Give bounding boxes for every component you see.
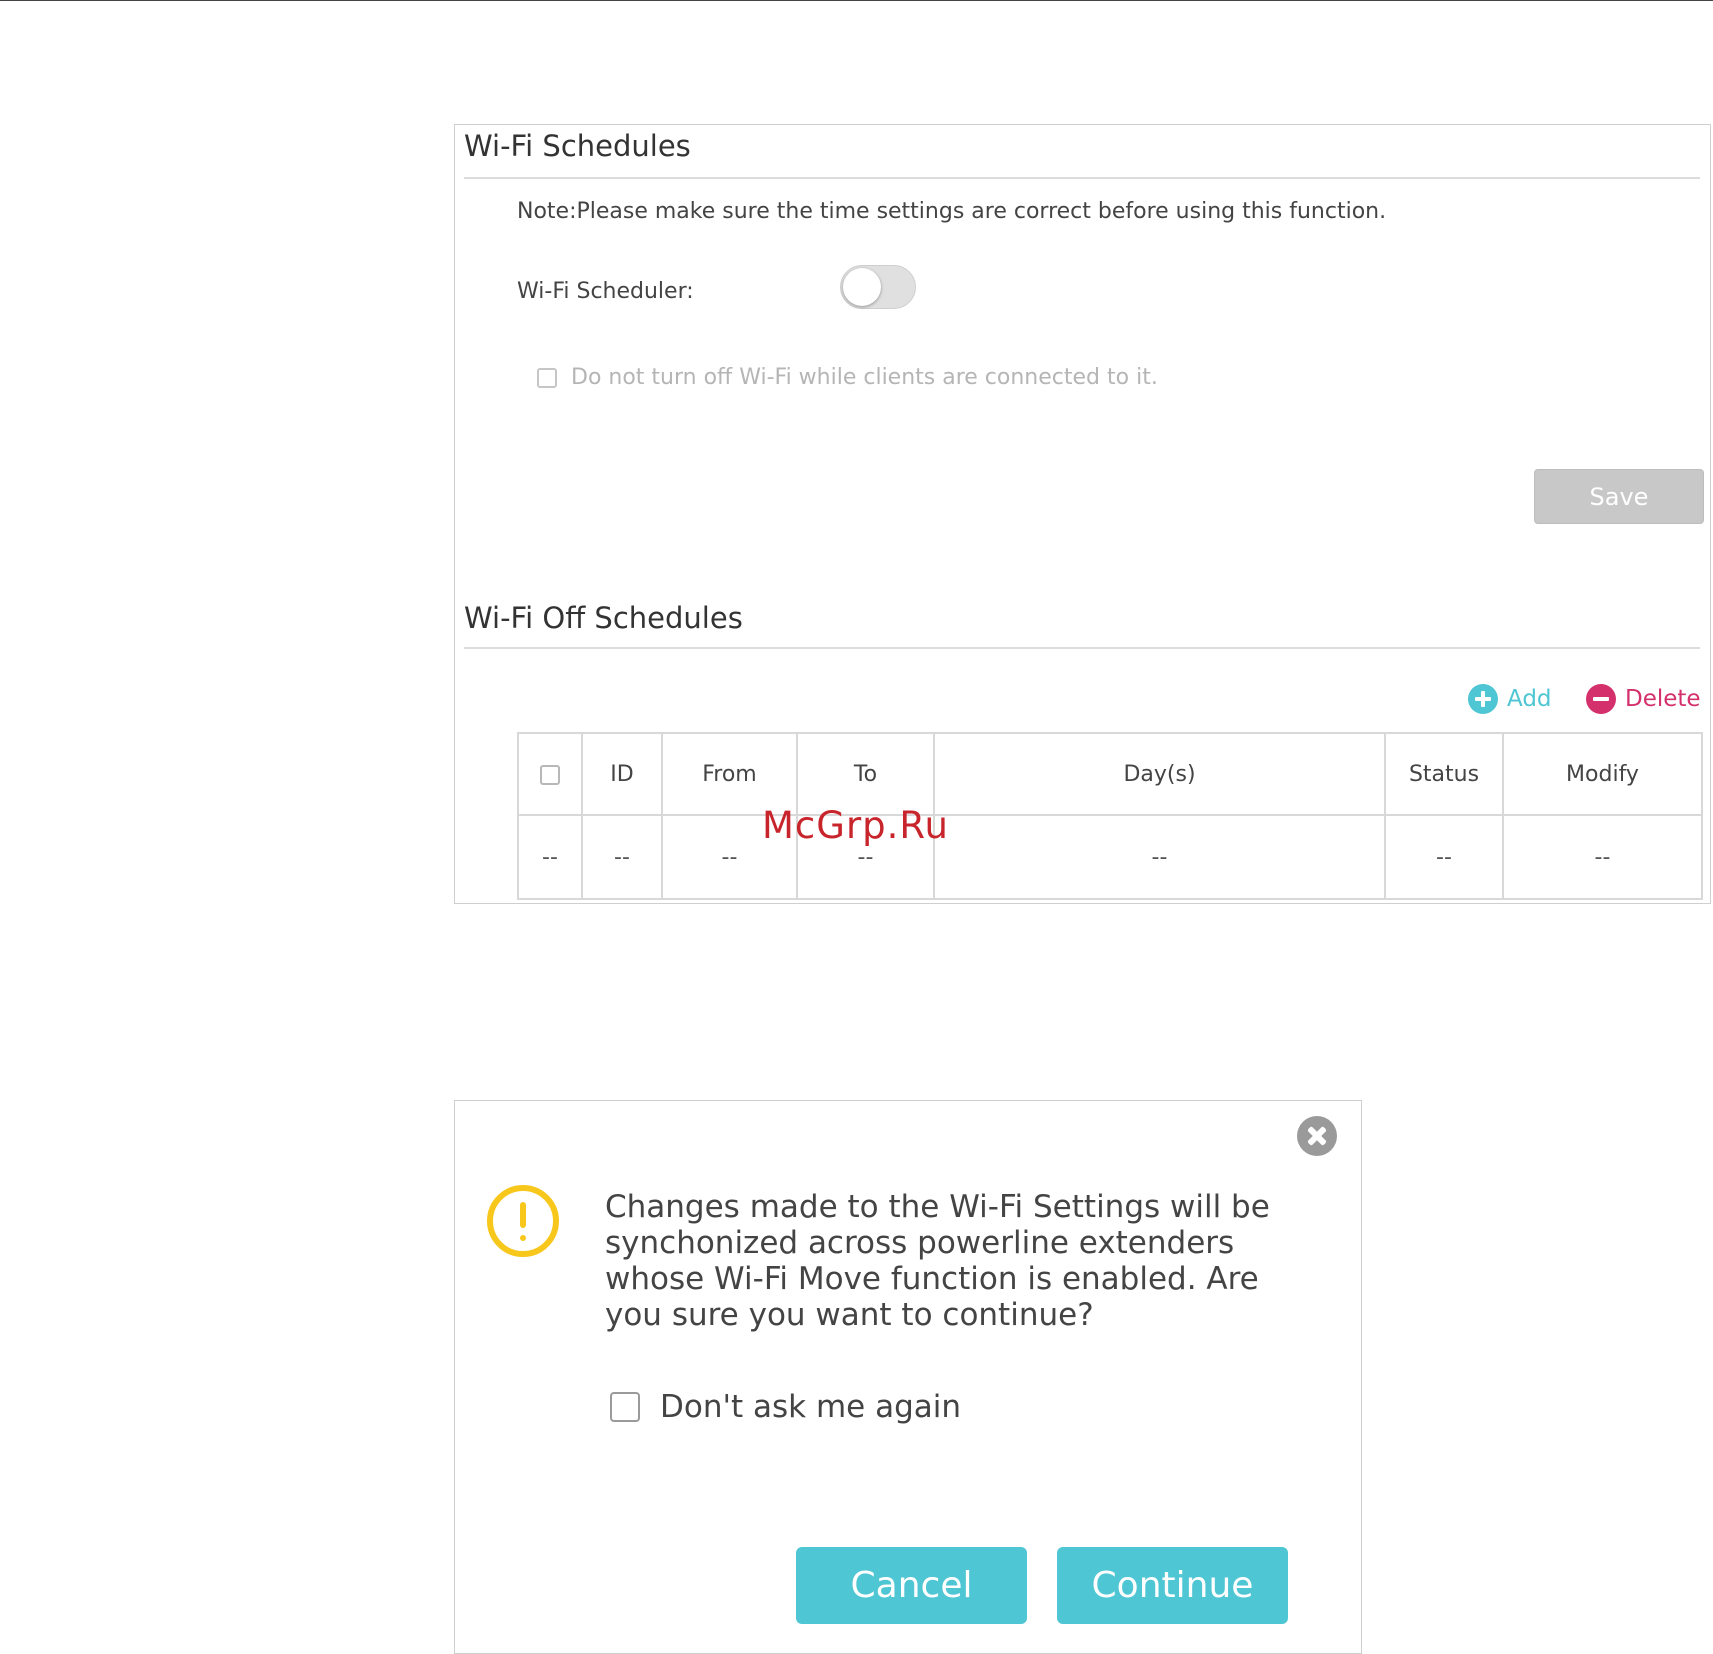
dialog-message: Changes made to the Wi-Fi Settings will … (605, 1189, 1270, 1333)
toggle-knob (843, 268, 881, 306)
dont-ask-option: Don't ask me again (610, 1389, 961, 1425)
table-cell: -- (581, 814, 663, 900)
add-button[interactable]: Add (1468, 684, 1552, 714)
delete-button[interactable]: Delete (1586, 684, 1701, 714)
add-label: Add (1507, 686, 1552, 712)
top-rule (0, 0, 1713, 1)
wifi-scheduler-toggle[interactable] (840, 265, 916, 309)
section-divider (464, 177, 1700, 179)
note-text: Note:Please make sure the time settings … (517, 199, 1387, 224)
schedules-table: ID From To Day(s) Status Modify -- -- --… (517, 732, 1703, 900)
warning-icon (487, 1185, 559, 1257)
wifi-schedules-panel: Wi-Fi Schedules Note:Please make sure th… (454, 124, 1711, 904)
column-header-modify: Modify (1502, 732, 1703, 816)
dont-ask-checkbox[interactable] (610, 1392, 640, 1422)
table-cell: -- (1384, 814, 1504, 900)
save-button[interactable]: Save (1534, 469, 1704, 524)
clients-connected-option: Do not turn off Wi-Fi while clients are … (537, 365, 1158, 390)
section-divider (464, 647, 1700, 649)
section-title-wifi-off-schedules: Wi-Fi Off Schedules (464, 601, 743, 635)
delete-label: Delete (1625, 686, 1701, 712)
wifi-scheduler-label: Wi-Fi Scheduler: (517, 279, 694, 304)
clients-connected-label: Do not turn off Wi-Fi while clients are … (571, 365, 1158, 390)
table-cell: -- (933, 814, 1386, 900)
column-header-id: ID (581, 732, 663, 816)
confirm-dialog: Changes made to the Wi-Fi Settings will … (454, 1100, 1362, 1654)
plus-circle-icon (1468, 684, 1498, 714)
table-row: -- -- -- -- -- -- -- (517, 814, 1703, 900)
table-cell: -- (517, 814, 583, 900)
close-icon[interactable] (1297, 1116, 1337, 1156)
select-all-cell (517, 732, 583, 816)
column-header-from: From (661, 732, 798, 816)
table-header-row: ID From To Day(s) Status Modify (517, 732, 1703, 816)
select-all-checkbox[interactable] (540, 764, 560, 785)
column-header-days: Day(s) (933, 732, 1386, 816)
section-title-wifi-schedules: Wi-Fi Schedules (464, 129, 691, 163)
column-header-to: To (796, 732, 935, 816)
clients-connected-checkbox[interactable] (537, 367, 557, 388)
dont-ask-label: Don't ask me again (660, 1389, 962, 1425)
cancel-button[interactable]: Cancel (796, 1547, 1027, 1624)
watermark: McGrp.Ru (762, 804, 949, 847)
continue-button[interactable]: Continue (1057, 1547, 1288, 1624)
table-cell: -- (1502, 814, 1703, 900)
column-header-status: Status (1384, 732, 1504, 816)
minus-circle-icon (1586, 684, 1616, 714)
